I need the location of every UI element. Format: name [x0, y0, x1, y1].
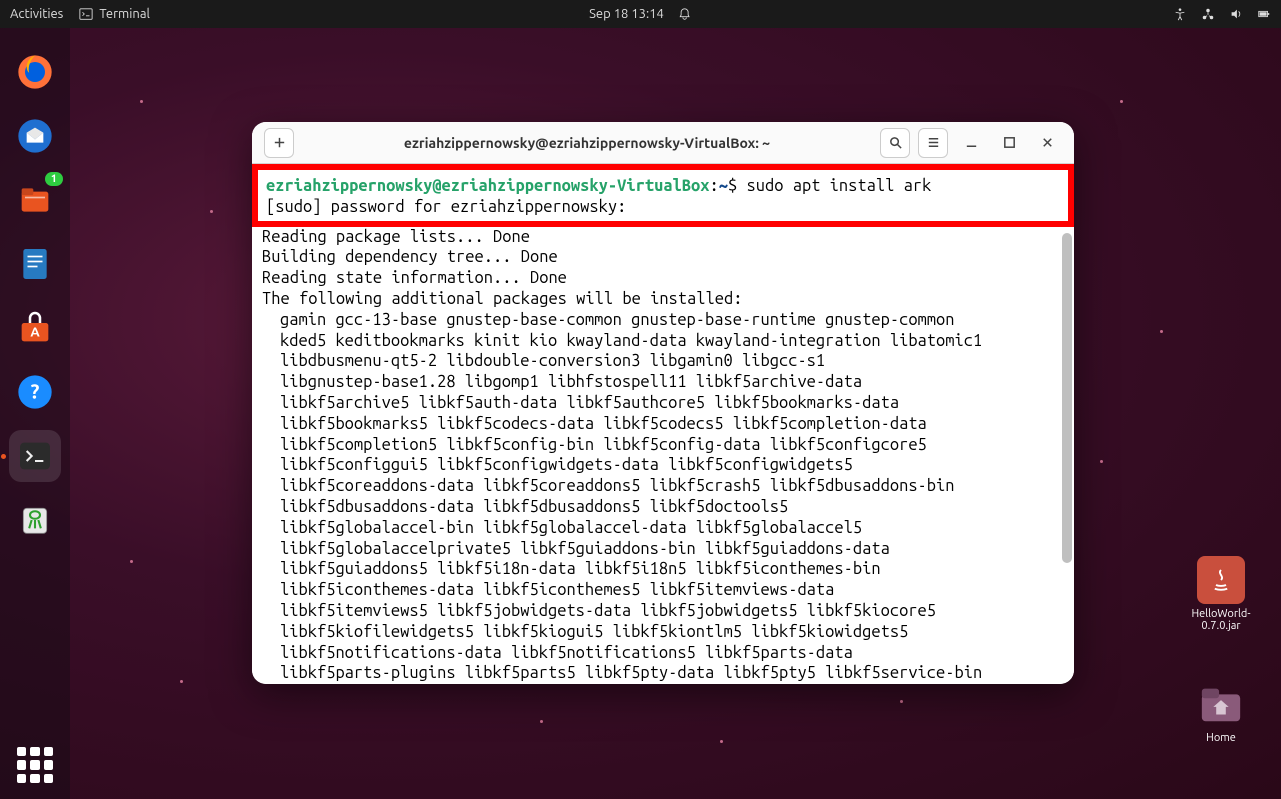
java-icon — [1206, 565, 1236, 595]
maximize-button[interactable] — [994, 128, 1024, 158]
terminal-line: libkf5configgui5 libkf5configwidgets-dat… — [262, 455, 1064, 476]
new-tab-button[interactable] — [264, 128, 294, 158]
network-icon[interactable] — [1201, 7, 1215, 21]
home-label: Home — [1206, 732, 1236, 744]
bell-icon[interactable] — [678, 7, 692, 21]
terminal-line: libkf5globalaccelprivate5 libkf5guiaddon… — [262, 539, 1064, 560]
desktop-jar-file[interactable]: HelloWorld-0.7.0.jar — [1191, 556, 1251, 632]
terminal-line: libdbusmenu-qt5-2 libdouble-conversion3 … — [262, 351, 1064, 372]
window-title: ezriahzippernowsky@ezriahzippernowsky-Vi… — [302, 135, 872, 151]
terminal-window: ezriahzippernowsky@ezriahzippernowsky-Vi… — [252, 122, 1074, 684]
clock[interactable]: Sep 18 13:14 — [589, 7, 664, 21]
entered-command: sudo apt install ark — [747, 177, 932, 195]
home-folder-icon — [1198, 681, 1244, 727]
minimize-button[interactable] — [956, 128, 986, 158]
trash-icon[interactable] — [9, 494, 61, 546]
svg-text:?: ? — [31, 380, 40, 403]
prompt-path: ~ — [719, 177, 728, 195]
terminal-line: libkf5parts-plugins libkf5parts5 libkf5p… — [262, 663, 1064, 684]
menu-button[interactable] — [918, 128, 948, 158]
highlighted-command: ezriahzippernowsky@ezriahzippernowsky-Vi… — [252, 164, 1074, 227]
activities-button[interactable]: Activities — [10, 7, 63, 21]
terminal-line: libkf5archive5 libkf5auth-data libkf5aut… — [262, 393, 1064, 414]
accessibility-icon[interactable] — [1173, 7, 1187, 21]
terminal-line: ezriahzippernowsky@ezriahzippernowsky-Vi… — [266, 176, 1060, 197]
window-header: ezriahzippernowsky@ezriahzippernowsky-Vi… — [252, 122, 1074, 164]
terminal-line: libkf5guiaddons5 libkf5i18n-data libkf5i… — [262, 559, 1064, 580]
jar-label: HelloWorld-0.7.0.jar — [1191, 608, 1251, 632]
terminal-line: libkf5kiofilewidgets5 libkf5kiogui5 libk… — [262, 622, 1064, 643]
terminal-icon — [79, 7, 93, 21]
firefox-icon[interactable] — [9, 46, 61, 98]
files-badge: 1 — [45, 172, 63, 186]
terminal-line: [sudo] password for ezriahzippernowsky: — [266, 197, 1060, 218]
terminal-line: The following additional packages will b… — [262, 289, 1064, 310]
writer-icon[interactable] — [9, 238, 61, 290]
terminal-app-icon[interactable] — [9, 430, 61, 482]
terminal-line: libkf5completion5 libkf5config-bin libkf… — [262, 435, 1064, 456]
show-apps-button[interactable] — [17, 747, 53, 783]
terminal-line: libkf5globalaccel-bin libkf5globalaccel-… — [262, 518, 1064, 539]
terminal-line: libkf5iconthemes-data libkf5iconthemes5 … — [262, 580, 1064, 601]
terminal-line: libkf5itemviews5 libkf5jobwidgets-data l… — [262, 601, 1064, 622]
terminal-line: kded5 keditbookmarks kinit kio kwayland-… — [262, 331, 1064, 352]
terminal-line: Reading package lists... Done — [262, 227, 1064, 248]
terminal-output[interactable]: Reading package lists... DoneBuilding de… — [252, 227, 1074, 684]
terminal-line: gamin gcc-13-base gnustep-base-common gn… — [262, 310, 1064, 331]
terminal-line: libkf5dbusaddons-data libkf5dbusaddons5 … — [262, 497, 1064, 518]
desktop-home-folder[interactable]: Home — [1191, 680, 1251, 744]
prompt-user: ezriahzippernowsky@ezriahzippernowsky-Vi… — [266, 177, 710, 195]
svg-text:A: A — [30, 324, 40, 339]
volume-icon[interactable] — [1229, 7, 1243, 21]
active-app-label: Terminal — [99, 7, 150, 21]
terminal-line: libkf5bookmarks5 libkf5codecs-data libkf… — [262, 414, 1064, 435]
scrollbar[interactable] — [1062, 233, 1072, 563]
terminal-line: libgnustep-base1.28 libgomp1 libhfstospe… — [262, 372, 1064, 393]
help-icon[interactable]: ? — [9, 366, 61, 418]
close-button[interactable] — [1032, 128, 1062, 158]
terminal-line: libkf5coreaddons-data libkf5coreaddons5 … — [262, 476, 1064, 497]
software-icon[interactable]: A — [9, 302, 61, 354]
files-icon[interactable]: 1 — [9, 174, 61, 226]
terminal-line: Building dependency tree... Done — [262, 247, 1064, 268]
dock: 1 A ? — [0, 28, 70, 799]
battery-icon[interactable] — [1257, 7, 1271, 21]
terminal-line: libkf5notifications-data libkf5notificat… — [262, 643, 1064, 664]
terminal-line: Reading state information... Done — [262, 268, 1064, 289]
thunderbird-icon[interactable] — [9, 110, 61, 162]
active-app-indicator[interactable]: Terminal — [79, 7, 150, 21]
search-button[interactable] — [880, 128, 910, 158]
top-bar: Activities Terminal Sep 18 13:14 — [0, 0, 1281, 28]
